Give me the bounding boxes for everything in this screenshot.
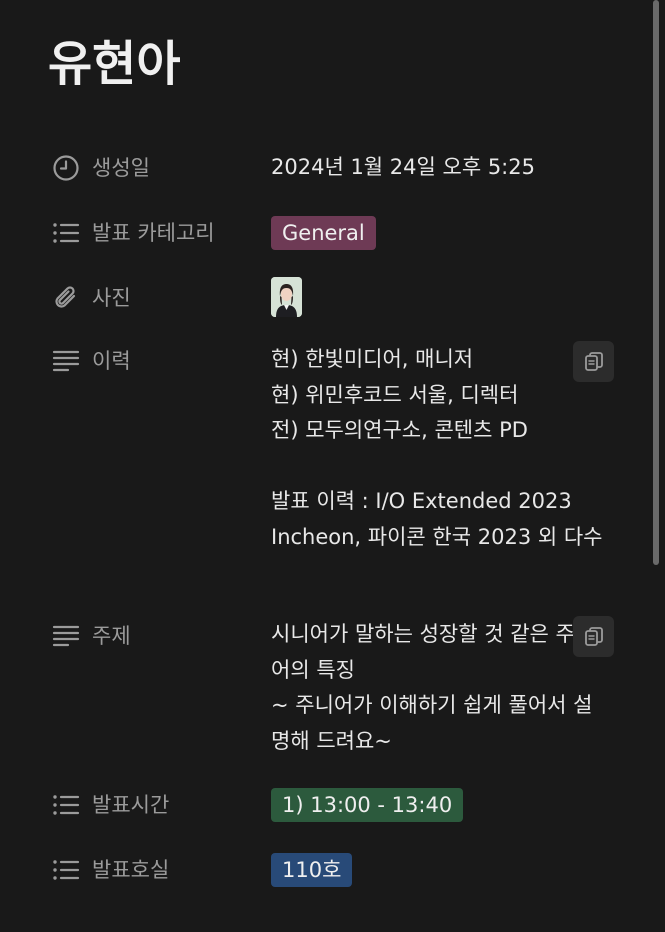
room-tag[interactable]: 110호: [271, 853, 353, 887]
topic-text-value[interactable]: 시니어가 말하는 성장할 것 같은 주니어의 특징 ~ 주니어가 이해하기 쉽게…: [271, 617, 611, 759]
page-title: 유현아: [48, 36, 181, 92]
property-label-history[interactable]: 이력: [92, 347, 131, 375]
property-label-room[interactable]: 발표호실: [92, 856, 169, 884]
copy-topic-button[interactable]: [573, 616, 614, 657]
text-lines-icon: [52, 350, 80, 372]
property-label-created[interactable]: 생성일: [92, 154, 150, 182]
property-label-category[interactable]: 발표 카테고리: [92, 219, 215, 247]
history-text-value[interactable]: 현) 한빛미디어, 매니저 현) 위민후코드 서울, 디렉터 전) 모두의연구소…: [271, 342, 611, 555]
vertical-scrollbar[interactable]: [653, 0, 659, 565]
list-icon: [53, 860, 80, 880]
text-lines-icon: [52, 625, 80, 647]
copy-icon: [584, 351, 603, 371]
copy-history-button[interactable]: [573, 341, 614, 382]
clock-icon: [53, 155, 79, 181]
property-label-photo[interactable]: 사진: [92, 284, 131, 312]
category-tag[interactable]: General: [271, 216, 376, 250]
list-icon: [53, 223, 80, 243]
property-label-topic[interactable]: 주제: [92, 622, 131, 650]
copy-icon: [584, 626, 603, 646]
created-date-value: 2024년 1월 24일 오후 5:25: [271, 155, 535, 179]
paperclip-icon: [55, 286, 76, 308]
property-label-time[interactable]: 발표시간: [92, 791, 169, 819]
list-icon: [53, 795, 80, 815]
profile-photo-thumbnail[interactable]: [271, 277, 302, 317]
time-tag[interactable]: 1) 13:00 - 13:40: [271, 788, 464, 822]
